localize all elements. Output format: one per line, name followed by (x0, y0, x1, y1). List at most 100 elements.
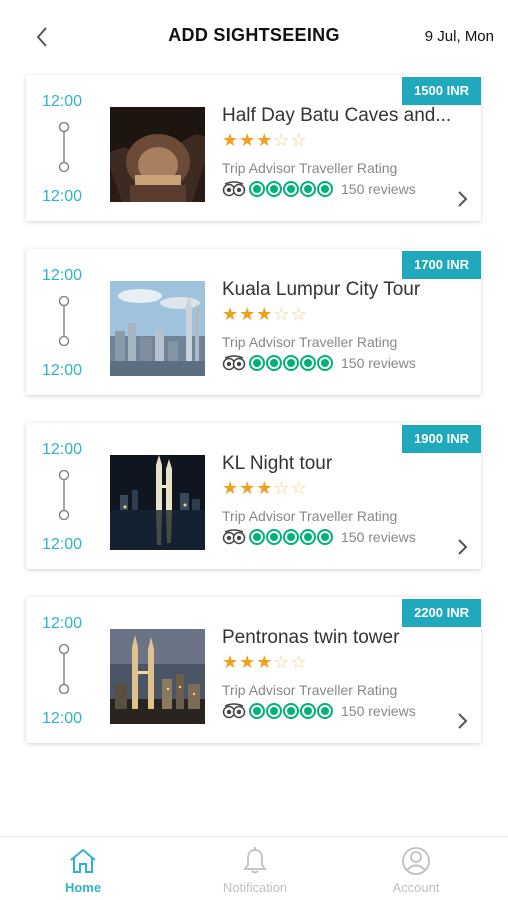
timeline-icon (58, 470, 70, 520)
star-filled-icon: ★ (256, 652, 274, 672)
rating-bubble-icon (317, 703, 333, 719)
star-filled-icon: ★ (222, 130, 240, 150)
bell-icon (243, 847, 267, 874)
star-filled-icon: ★ (256, 130, 274, 150)
nav-notification-label: Notification (222, 880, 288, 895)
start-time: 12:00 (42, 93, 83, 110)
star-filled-icon: ★ (239, 130, 257, 150)
star-filled-icon: ★ (222, 304, 240, 324)
rating-bubble-icon (249, 355, 265, 371)
header-date: 9 Jul, Mon (424, 28, 494, 45)
star-filled-icon: ★ (222, 652, 240, 672)
rating-bubble-icon (249, 181, 265, 197)
star-empty-icon: ☆ (290, 304, 308, 324)
star-empty-icon: ☆ (273, 304, 291, 324)
end-time: 12:00 (42, 362, 83, 379)
tripadvisor-rating: 150 reviews (222, 181, 416, 197)
rating-bubble-icon (300, 703, 316, 719)
account-icon (402, 847, 430, 875)
review-count: 150 reviews (341, 703, 416, 719)
home-icon (70, 848, 96, 873)
card-title: Kuala Lumpur City Tour (222, 279, 421, 300)
chevron-right-icon[interactable] (455, 537, 469, 557)
chevron-right-icon[interactable] (455, 189, 469, 209)
nav-account-label: Account (392, 880, 440, 895)
timeline-icon (58, 644, 70, 694)
rating-label: Trip Advisor Traveller Rating (222, 160, 398, 176)
star-empty-icon: ☆ (290, 130, 308, 150)
price-badge: 2200 INR (402, 599, 481, 627)
chevron-right-icon[interactable] (455, 711, 469, 731)
timeline-icon (58, 122, 70, 172)
rating-bubble-icon (317, 355, 333, 371)
rating-bubble-icon (317, 529, 333, 545)
tripadvisor-owl-icon (222, 703, 246, 719)
star-empty-icon: ☆ (290, 652, 308, 672)
star-filled-icon: ★ (256, 304, 274, 324)
review-count: 150 reviews (341, 181, 416, 197)
star-filled-icon: ★ (239, 478, 257, 498)
card-title: KL Night tour (222, 453, 333, 474)
rating-bubble-icon (266, 703, 282, 719)
end-time: 12:00 (42, 188, 83, 205)
bottom-navigation: Home Notification Account (0, 836, 508, 900)
nav-account[interactable]: Account (366, 845, 466, 895)
sightseeing-card[interactable]: 1900 INR 12:00 12:00 KL Night tour ★★★☆☆… (26, 423, 481, 569)
rating-bubble-icon (266, 181, 282, 197)
star-filled-icon: ★ (239, 652, 257, 672)
price-badge: 1900 INR (402, 425, 481, 453)
rating-bubble-icon (300, 355, 316, 371)
tripadvisor-rating: 150 reviews (222, 529, 416, 545)
batu-caves-image (110, 107, 205, 202)
nav-home-label: Home (64, 880, 102, 895)
star-empty-icon: ☆ (273, 130, 291, 150)
kl-night-image (110, 455, 205, 550)
star-filled-icon: ★ (239, 304, 257, 324)
star-rating: ★★★☆☆ (222, 478, 308, 499)
rating-bubble-icon (283, 529, 299, 545)
sightseeing-card[interactable]: 1700 INR 12:00 12:00 Kuala Lumpur City T… (26, 249, 481, 395)
petronas-towers-image (110, 629, 205, 724)
rating-bubble-icon (249, 703, 265, 719)
rating-label: Trip Advisor Traveller Rating (222, 334, 398, 350)
star-empty-icon: ☆ (290, 478, 308, 498)
rating-bubble-icon (300, 529, 316, 545)
review-count: 150 reviews (341, 529, 416, 545)
sightseeing-card[interactable]: 2200 INR 12:00 12:00 Pentronas twin towe… (26, 597, 481, 743)
sightseeing-card[interactable]: 1500 INR 12:00 12:00 Half Day Batu Caves… (26, 75, 481, 221)
tripadvisor-owl-icon (222, 181, 246, 197)
tripadvisor-owl-icon (222, 529, 246, 545)
rating-bubble-icon (300, 181, 316, 197)
start-time: 12:00 (42, 441, 83, 458)
rating-bubble-icon (283, 703, 299, 719)
star-rating: ★★★☆☆ (222, 304, 308, 325)
star-filled-icon: ★ (256, 478, 274, 498)
rating-label: Trip Advisor Traveller Rating (222, 682, 398, 698)
card-title: Half Day Batu Caves and... (222, 105, 452, 126)
rating-bubble-icon (266, 355, 282, 371)
start-time: 12:00 (42, 615, 83, 632)
timeline-icon (58, 296, 70, 346)
star-rating: ★★★☆☆ (222, 652, 308, 673)
nav-notification[interactable]: Notification (205, 845, 305, 895)
card-title: Pentronas twin tower (222, 627, 400, 648)
star-empty-icon: ☆ (273, 652, 291, 672)
end-time: 12:00 (42, 710, 83, 727)
star-rating: ★★★☆☆ (222, 130, 308, 151)
star-filled-icon: ★ (222, 478, 240, 498)
tripadvisor-owl-icon (222, 355, 246, 371)
start-time: 12:00 (42, 267, 83, 284)
rating-bubble-icon (283, 181, 299, 197)
end-time: 12:00 (42, 536, 83, 553)
rating-bubble-icon (317, 181, 333, 197)
rating-label: Trip Advisor Traveller Rating (222, 508, 398, 524)
star-empty-icon: ☆ (273, 478, 291, 498)
rating-bubble-icon (249, 529, 265, 545)
tripadvisor-rating: 150 reviews (222, 355, 416, 371)
header: ADD SIGHTSEEING 9 Jul, Mon (0, 0, 508, 70)
nav-home[interactable]: Home (33, 845, 133, 895)
price-badge: 1500 INR (402, 77, 481, 105)
rating-bubble-icon (283, 355, 299, 371)
rating-bubble-icon (266, 529, 282, 545)
price-badge: 1700 INR (402, 251, 481, 279)
